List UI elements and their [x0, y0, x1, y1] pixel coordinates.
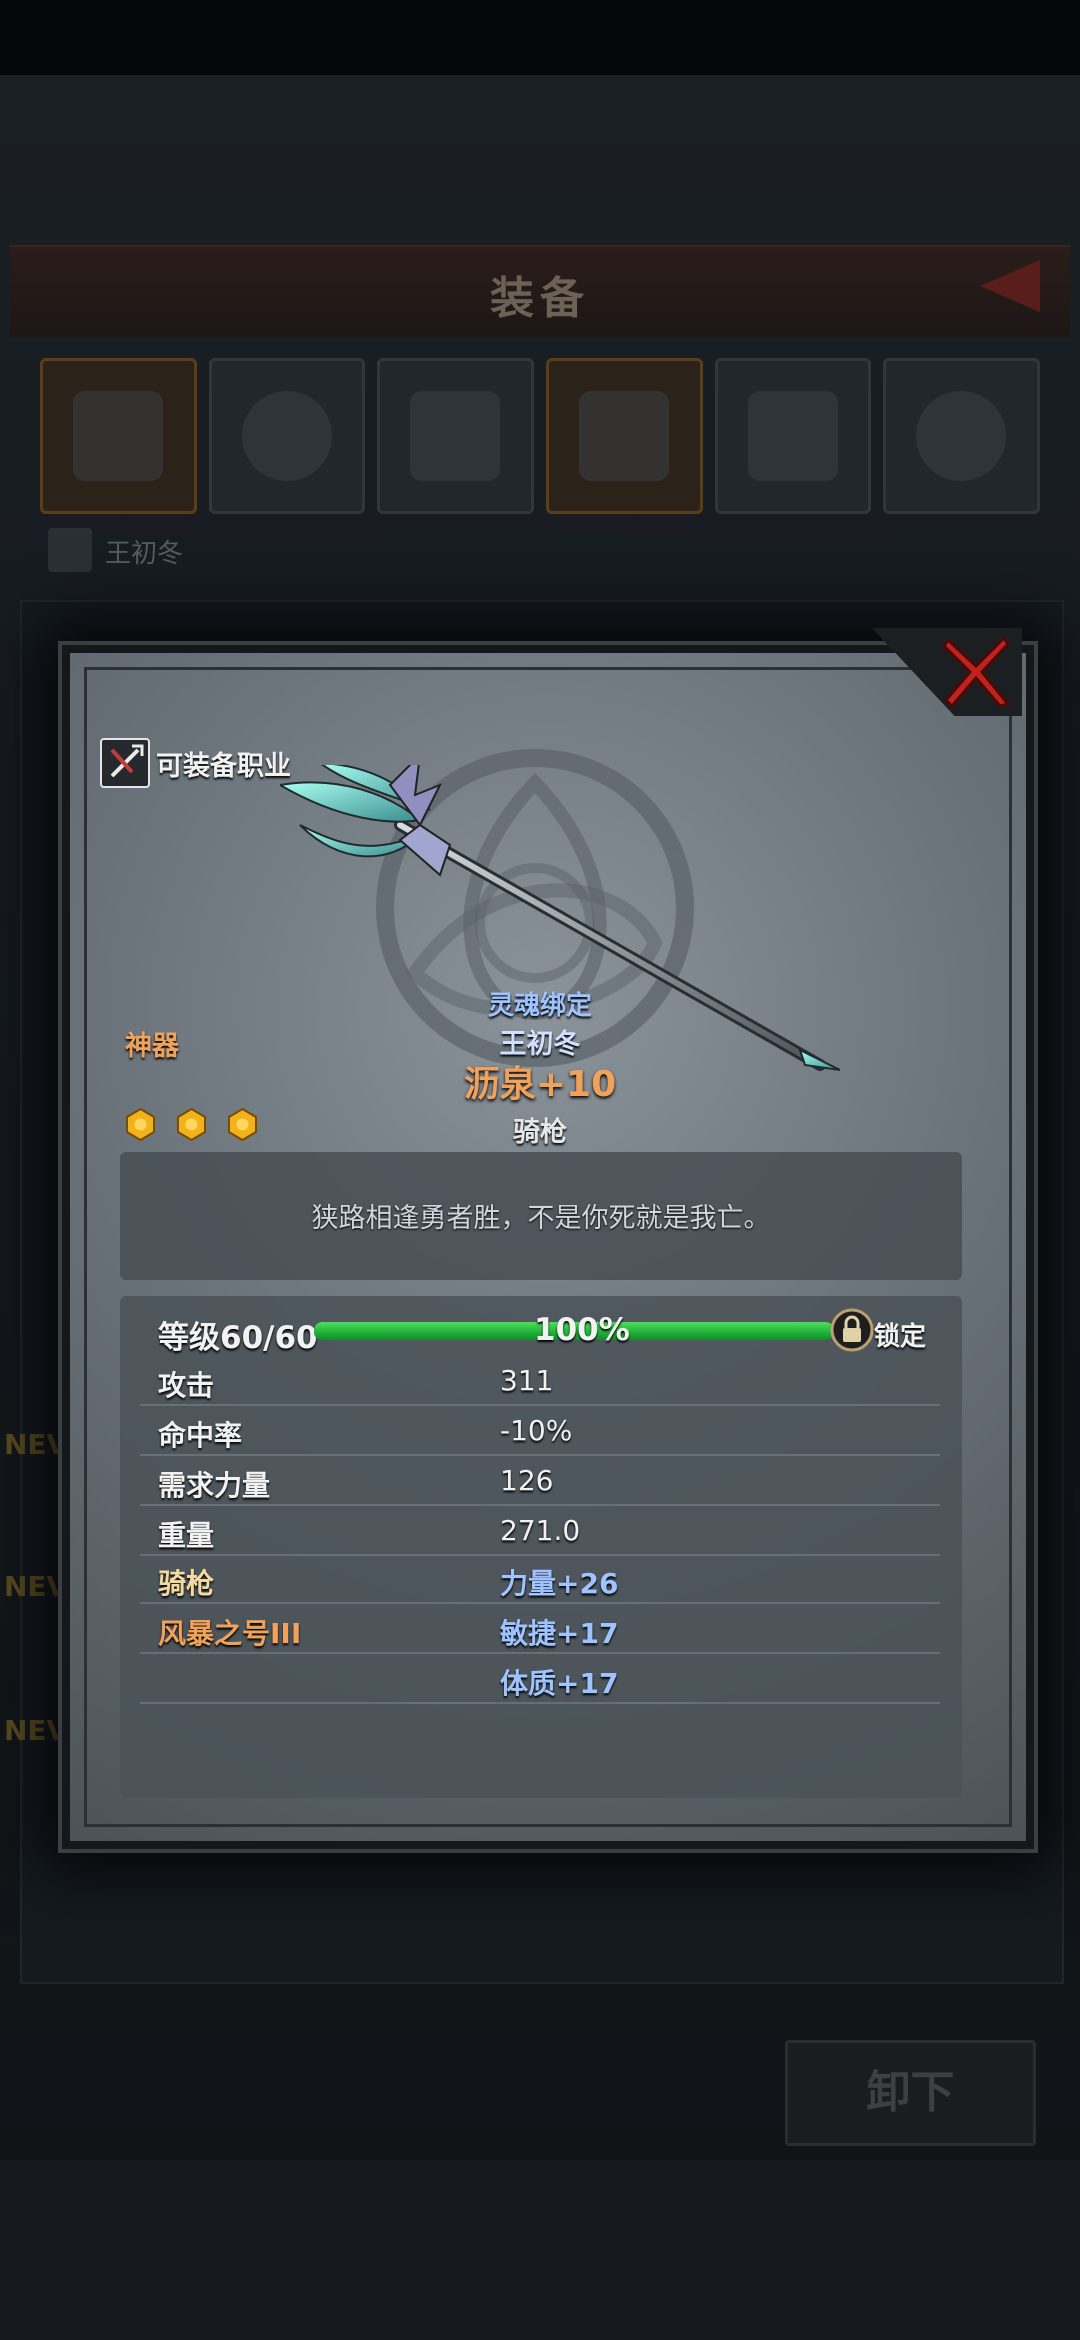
stat-row-lance-bonus: 骑枪 力量+26: [140, 1552, 940, 1604]
bottom-strip: [0, 2160, 1080, 2340]
lock-label[interactable]: 锁定: [874, 1316, 926, 1353]
stat-label: 需求力量: [158, 1469, 271, 1502]
slot-shield[interactable]: [208, 358, 366, 514]
stat-row-constitution: 体质+17: [140, 1652, 940, 1704]
slot-helmet[interactable]: [377, 358, 535, 514]
boots-icon: [747, 391, 838, 481]
new-badge: NEV: [4, 1570, 69, 1603]
item-description: 狭路相逢勇者胜，不是你死就是我亡。: [311, 1203, 771, 1234]
new-badge: NEV: [4, 1714, 69, 1747]
new-badge: NEV: [4, 1428, 69, 1461]
ring-icon: [916, 391, 1007, 481]
crossed-weapons-icon: [110, 744, 144, 778]
class-icon: [100, 738, 150, 788]
back-arrow-icon[interactable]: [980, 260, 1040, 312]
stat-row-weight: 重量 271.0: [140, 1504, 940, 1556]
stat-row-storm-horn: 风暴之号III 敏捷+17: [140, 1602, 940, 1654]
soulbound-label: 灵魂绑定: [487, 991, 592, 1021]
stat-row-hit-rate: 命中率 -10%: [140, 1404, 940, 1456]
stat-label: 风暴之号III: [158, 1617, 302, 1650]
owner-avatar: [48, 528, 92, 572]
stat-value: -10%: [500, 1414, 573, 1447]
owner-name-bg: 王初冬: [105, 539, 184, 569]
stat-row-attack: 攻击 311: [140, 1354, 940, 1406]
stat-label: 重量: [158, 1519, 215, 1552]
slot-ring[interactable]: [883, 358, 1041, 514]
description-box: 狭路相逢勇者胜，不是你死就是我亡。: [120, 1152, 962, 1280]
armor-icon: [579, 391, 670, 481]
status-bar-strip: [0, 0, 1080, 75]
slot-weapon[interactable]: [40, 358, 197, 514]
level-row: 等级60/60 100% 锁定: [138, 1304, 948, 1356]
level-percent: 100%: [534, 1312, 630, 1348]
stat-label: 骑枪: [158, 1567, 215, 1600]
stats-box: 攻击 311 命中率 -10% 需求力量 126 重量 271.0 骑枪 力量+…: [120, 1296, 962, 1798]
stat-row-required-strength: 需求力量 126: [140, 1454, 940, 1506]
stat-value: 力量+26: [500, 1567, 619, 1600]
stat-value: 敏捷+17: [500, 1617, 619, 1650]
shield-icon: [241, 391, 332, 481]
equipment-slots: [40, 358, 1041, 516]
stat-value: 311: [500, 1364, 554, 1397]
lock-icon[interactable]: [830, 1308, 874, 1352]
stat-label: 命中率: [158, 1419, 243, 1452]
close-button[interactable]: [872, 628, 1022, 716]
equippable-class-label[interactable]: 可装备职业: [156, 744, 291, 783]
unequip-button[interactable]: 卸下: [785, 2040, 1036, 2146]
weapon-icon: [73, 391, 163, 481]
stat-value: 体质+17: [500, 1667, 619, 1700]
stat-value: 271.0: [500, 1514, 581, 1547]
helmet-icon: [410, 391, 501, 481]
equipment-title: 装备: [490, 273, 590, 324]
close-icon: [942, 635, 1011, 709]
slot-boots[interactable]: [714, 358, 872, 514]
stat-value: 126: [500, 1464, 554, 1497]
stat-label: 攻击: [158, 1369, 215, 1402]
slot-armor[interactable]: [546, 358, 703, 514]
item-type: 骑枪: [513, 1117, 567, 1148]
level-label: 等级60/60: [158, 1320, 318, 1356]
item-name: 沥泉+10: [463, 1064, 617, 1105]
